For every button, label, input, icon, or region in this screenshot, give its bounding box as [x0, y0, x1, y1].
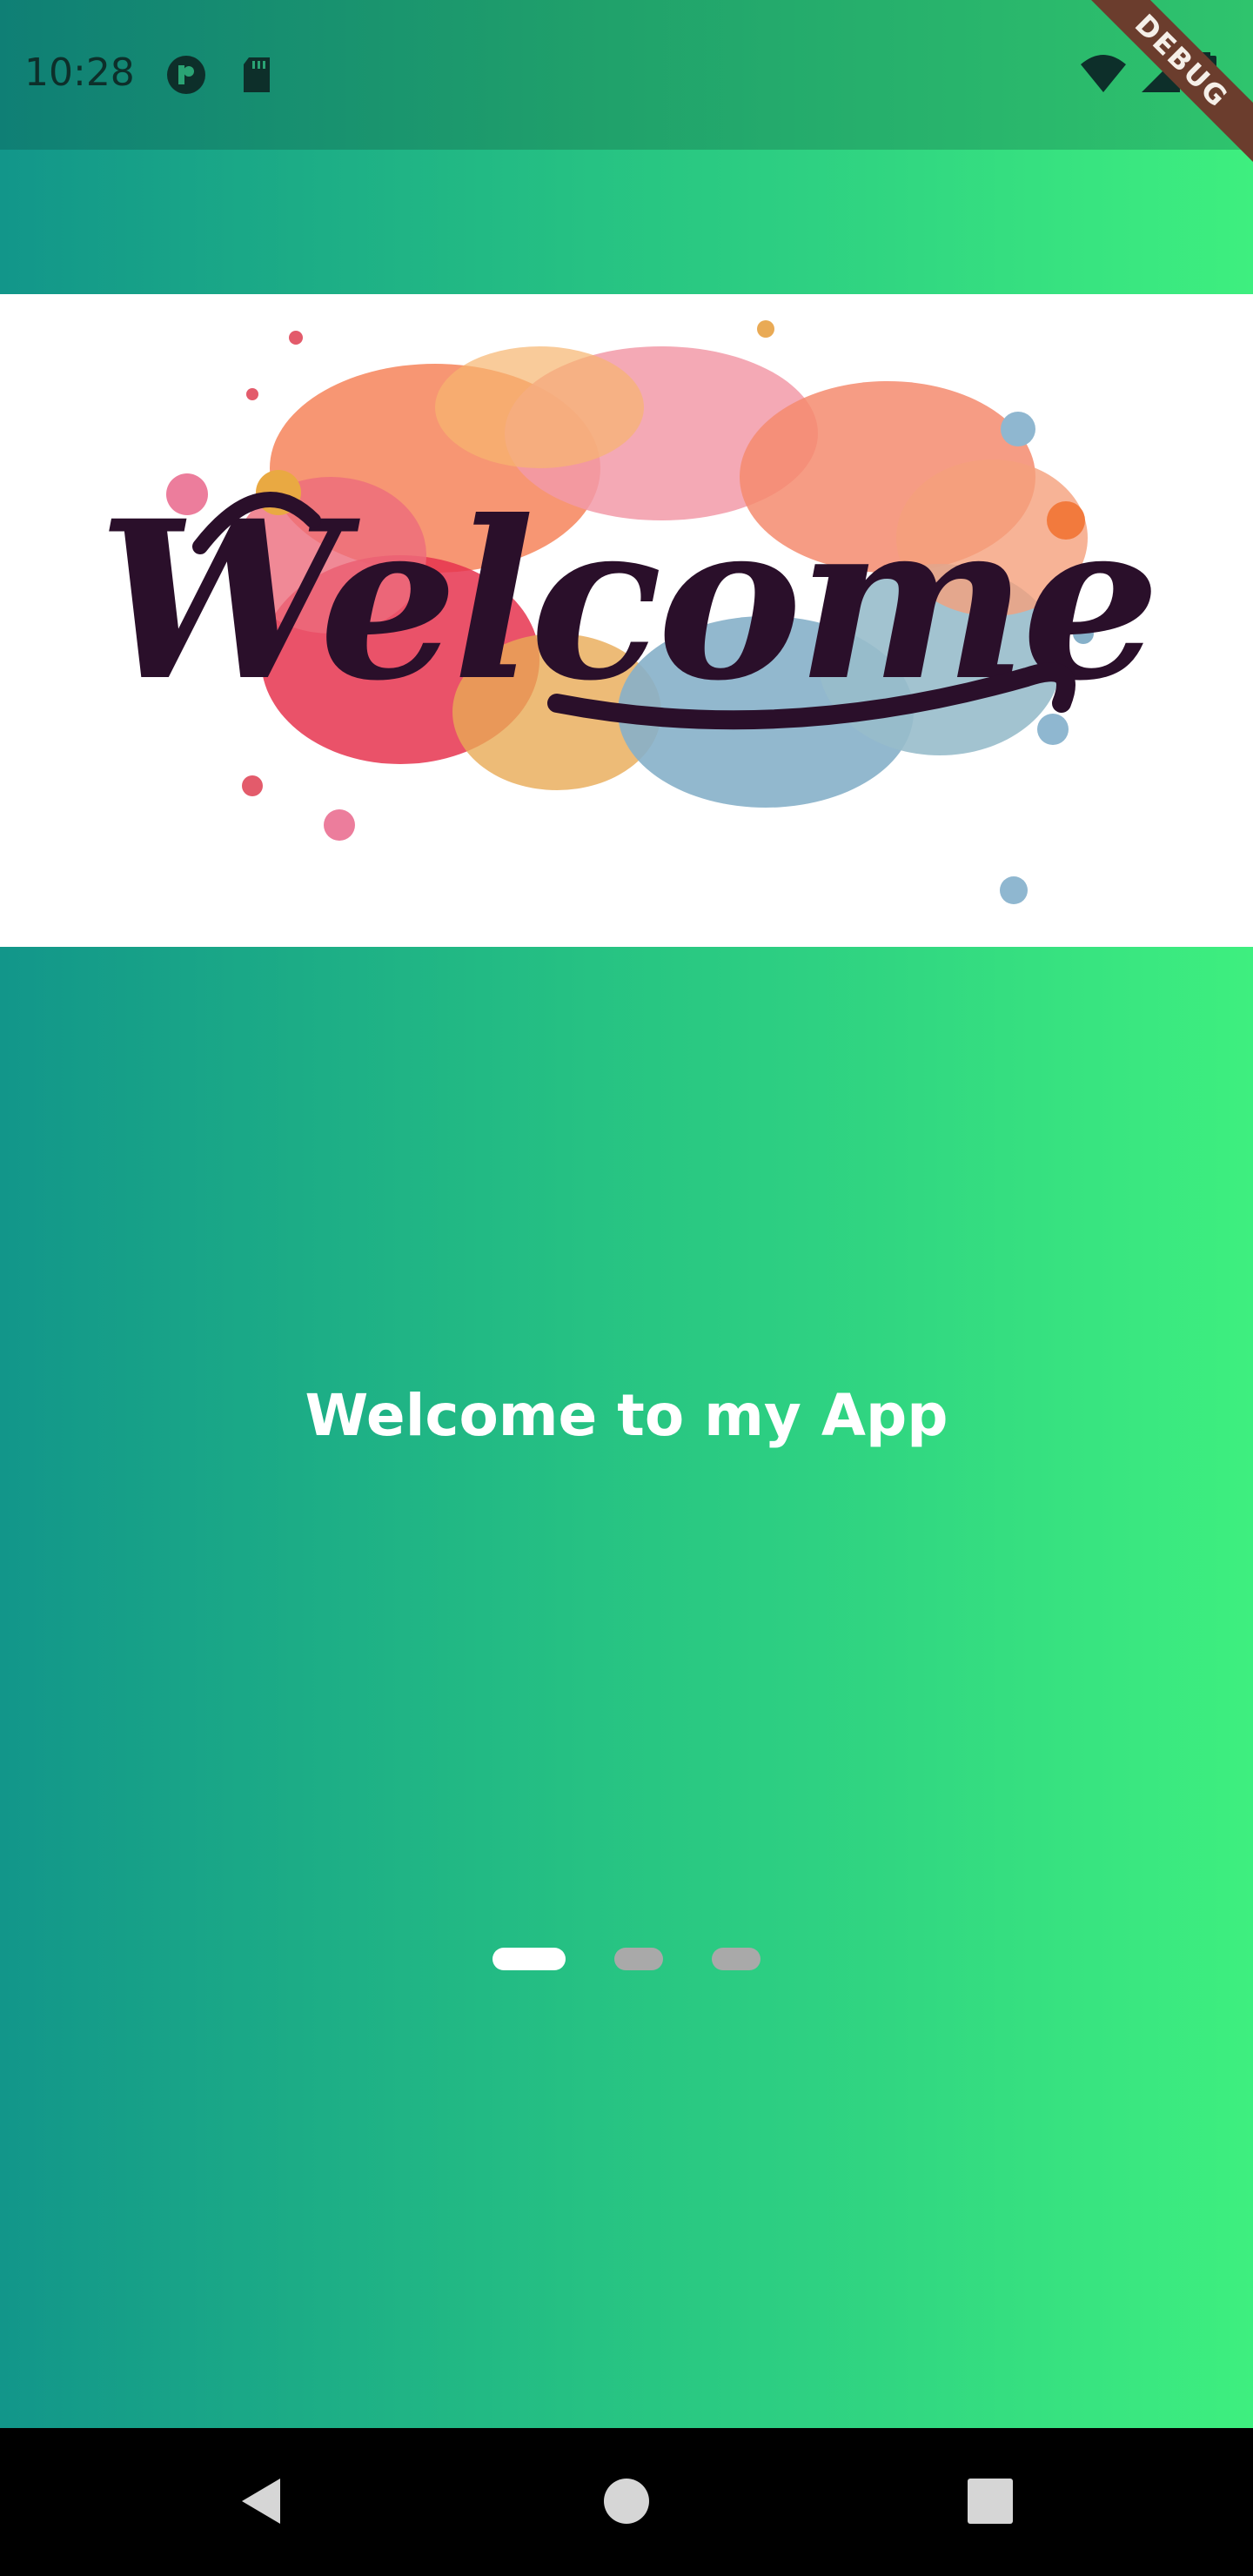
home-icon[interactable]	[599, 2473, 654, 2529]
recents-icon[interactable]	[962, 2473, 1018, 2529]
welcome-illustration: Welcome	[98, 320, 1160, 904]
page-indicator-dot-2[interactable]	[614, 1948, 663, 1970]
navigation-bar	[0, 2428, 1253, 2576]
status-bar: 10:28 DEBUG	[0, 0, 1253, 187]
page-indicator-dot-3[interactable]	[712, 1948, 761, 1970]
back-icon[interactable]	[235, 2473, 291, 2529]
sd-card-icon	[237, 54, 278, 96]
status-time: 10:28	[24, 50, 135, 95]
onboarding-screen: 10:28 DEBUG Welcome Welcome to my App	[0, 0, 1253, 2576]
welcome-headline: Welcome to my App	[305, 1382, 948, 1449]
page-indicator	[0, 1948, 1253, 1970]
wifi-icon	[1079, 52, 1128, 97]
welcome-image: Welcome	[0, 294, 1253, 947]
vpn-icon	[165, 54, 207, 96]
page-indicator-dot-1[interactable]	[492, 1948, 566, 1970]
